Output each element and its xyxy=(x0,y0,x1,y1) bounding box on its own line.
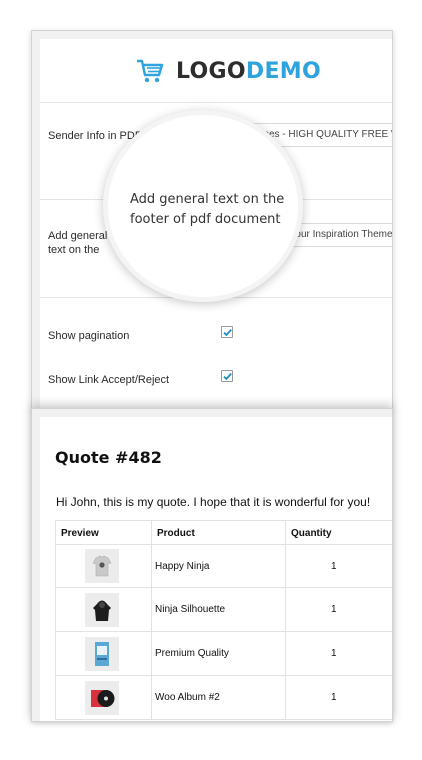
cell-border xyxy=(151,588,152,631)
table-header: Preview Product Quantity xyxy=(55,520,392,545)
product-quantity: 1 xyxy=(331,604,337,615)
cell-border xyxy=(285,676,286,719)
cell-border xyxy=(151,676,152,719)
cell-border xyxy=(55,632,56,675)
cell-border xyxy=(151,632,152,675)
cell-border xyxy=(285,632,286,675)
column-header-preview: Preview xyxy=(55,521,151,544)
magnified-footer-label: Add general text on the footer of pdf do… xyxy=(130,192,285,227)
cell-border xyxy=(55,588,56,631)
checkmark-icon xyxy=(223,373,232,381)
product-name: Premium Quality xyxy=(155,648,229,659)
quote-pdf-preview: Quote #482 Hi John, this is my quote. I … xyxy=(31,408,393,722)
product-thumbnail xyxy=(85,637,119,671)
show-link-label: Show Link Accept/Reject xyxy=(48,374,170,386)
divider xyxy=(40,102,392,103)
column-header-quantity: Quantity xyxy=(285,521,392,544)
table-row: Woo Album #2 1 xyxy=(55,676,392,720)
quote-intro: Hi John, this is my quote. I hope that i… xyxy=(56,495,371,509)
logo-text: LOGODEMO xyxy=(176,59,321,84)
column-label: Product xyxy=(157,528,195,539)
logo: LOGODEMO xyxy=(136,51,321,91)
album-icon xyxy=(85,681,119,715)
cart-icon xyxy=(137,59,164,83)
logo-text-dark: LOGO xyxy=(176,58,246,84)
table-row: Happy Ninja 1 xyxy=(55,545,392,588)
show-pagination-label: Show pagination xyxy=(48,330,130,342)
product-quantity: 1 xyxy=(331,692,337,703)
column-header-product: Product xyxy=(151,521,285,544)
product-thumbnail xyxy=(85,681,119,715)
cell-border xyxy=(55,545,56,587)
divider xyxy=(40,297,392,298)
cell-border xyxy=(151,545,152,587)
tshirt-icon xyxy=(85,549,119,583)
checkmark-icon xyxy=(223,329,232,337)
product-name: Woo Album #2 xyxy=(155,692,220,703)
quote-title: Quote #482 xyxy=(55,448,162,467)
product-name: Happy Ninja xyxy=(155,561,210,572)
product-thumbnail xyxy=(85,549,119,583)
table-row: Premium Quality 1 xyxy=(55,632,392,676)
quote-document: Quote #482 Hi John, this is my quote. I … xyxy=(40,417,392,721)
logo-text-blue: DEMO xyxy=(245,58,321,84)
hoodie-icon xyxy=(85,593,119,627)
table-row: Ninja Silhouette 1 xyxy=(55,588,392,632)
product-name: Ninja Silhouette xyxy=(155,604,226,615)
cell-border xyxy=(285,588,286,631)
show-link-checkbox[interactable] xyxy=(221,370,233,382)
column-label: Preview xyxy=(61,528,99,539)
cell-border xyxy=(55,676,56,719)
poster-icon xyxy=(85,637,119,671)
product-quantity: 1 xyxy=(331,648,337,659)
show-pagination-checkbox[interactable] xyxy=(221,326,233,338)
cell-border xyxy=(285,545,286,587)
column-label: Quantity xyxy=(291,528,332,539)
product-quantity: 1 xyxy=(331,561,337,572)
product-thumbnail xyxy=(85,593,119,627)
